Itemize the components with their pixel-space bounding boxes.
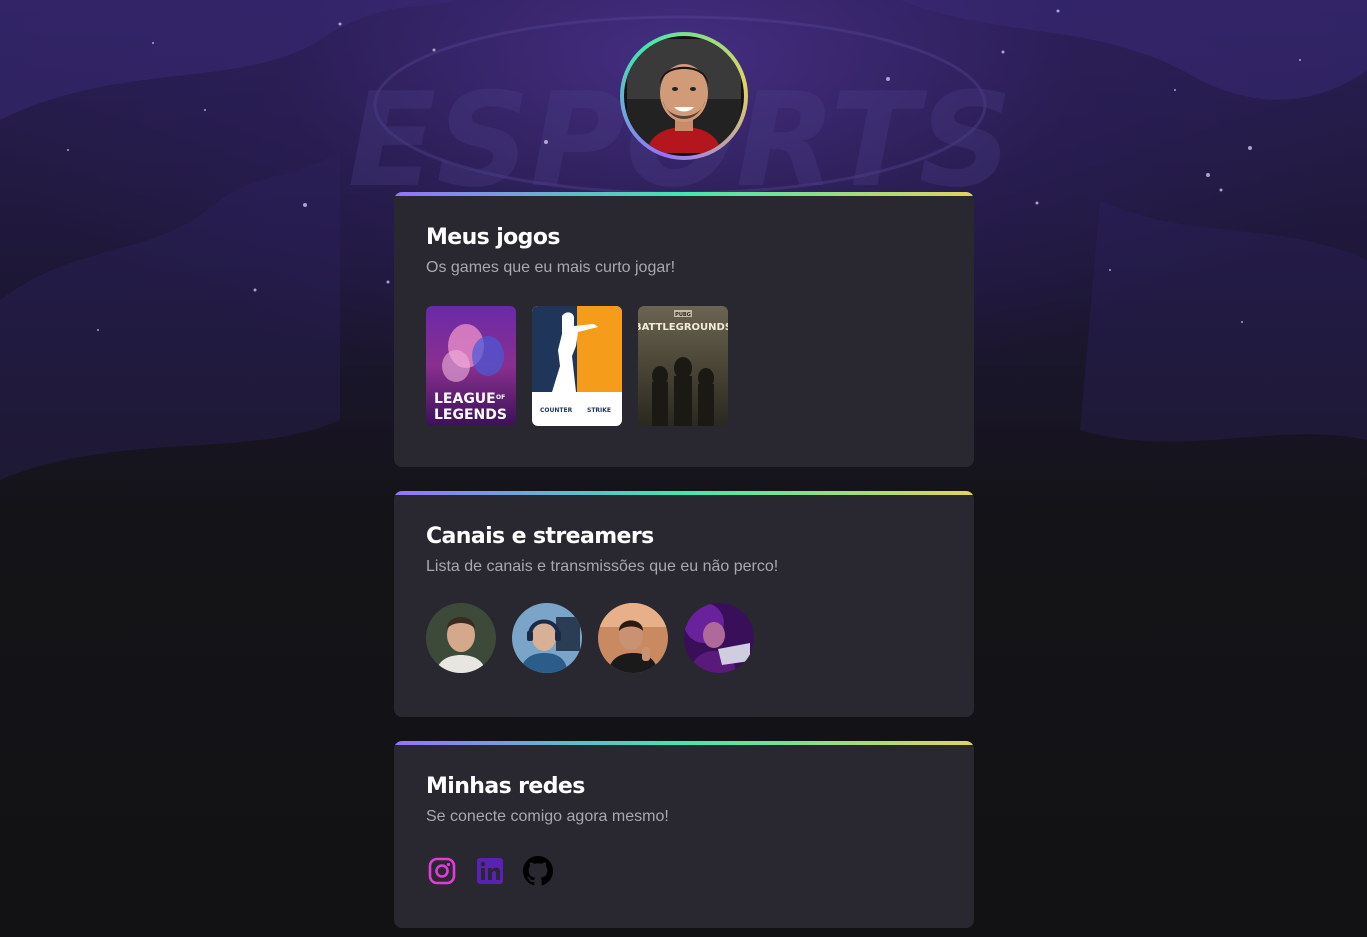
svg-text:PUBG: PUBG [675, 312, 691, 318]
streamer-avatar-3[interactable] [598, 603, 668, 673]
streamers-subtitle: Lista de canais e transmissões que eu nã… [426, 558, 779, 575]
game-league-of-legends[interactable]: LEAGUE OF LEGENDS [426, 306, 516, 426]
streamers-card: Canais e streamers Lista de canais e tra… [394, 491, 974, 717]
games-title: Meus jogos [426, 225, 560, 250]
social-card: Minhas redes Se conecte comigo agora mes… [394, 741, 974, 928]
svg-text:BATTLEGROUNDS: BATTLEGROUNDS [638, 322, 728, 333]
github-icon [523, 856, 553, 886]
game-pubg-battlegrounds[interactable]: PUBG BATTLEGROUNDS [638, 306, 728, 426]
github-link[interactable] [522, 855, 554, 887]
instagram-icon [428, 857, 456, 885]
svg-text:LEAGUE: LEAGUE [434, 391, 496, 407]
instagram-link[interactable] [426, 855, 458, 887]
social-subtitle: Se conecte comigo agora mesmo! [426, 808, 669, 825]
games-subtitle: Os games que eu mais curto jogar! [426, 259, 676, 276]
svg-text:LEGENDS: LEGENDS [434, 407, 507, 423]
streamers-title: Canais e streamers [426, 524, 654, 549]
streamer-avatar-2[interactable] [512, 603, 582, 673]
svg-text:STRIKE: STRIKE [587, 407, 611, 414]
game-counter-strike[interactable]: COUNTER STRIKE [532, 306, 622, 426]
social-links [426, 855, 942, 887]
streamer-avatar-1[interactable] [426, 603, 496, 673]
games-card: Meus jogos Os games que eu mais curto jo… [394, 192, 974, 467]
svg-text:COUNTER: COUNTER [540, 407, 573, 414]
svg-text:OF: OF [496, 394, 505, 401]
social-title: Minhas redes [426, 774, 585, 799]
profile-photo [627, 39, 741, 153]
linkedin-link[interactable] [474, 855, 506, 887]
streamer-avatar-4[interactable] [684, 603, 754, 673]
games-list: LEAGUE OF LEGENDS COUNTER STRIKE PUBG BA… [426, 306, 942, 426]
linkedin-icon [477, 858, 503, 884]
streamers-list [426, 603, 942, 673]
profile-avatar [620, 32, 748, 160]
